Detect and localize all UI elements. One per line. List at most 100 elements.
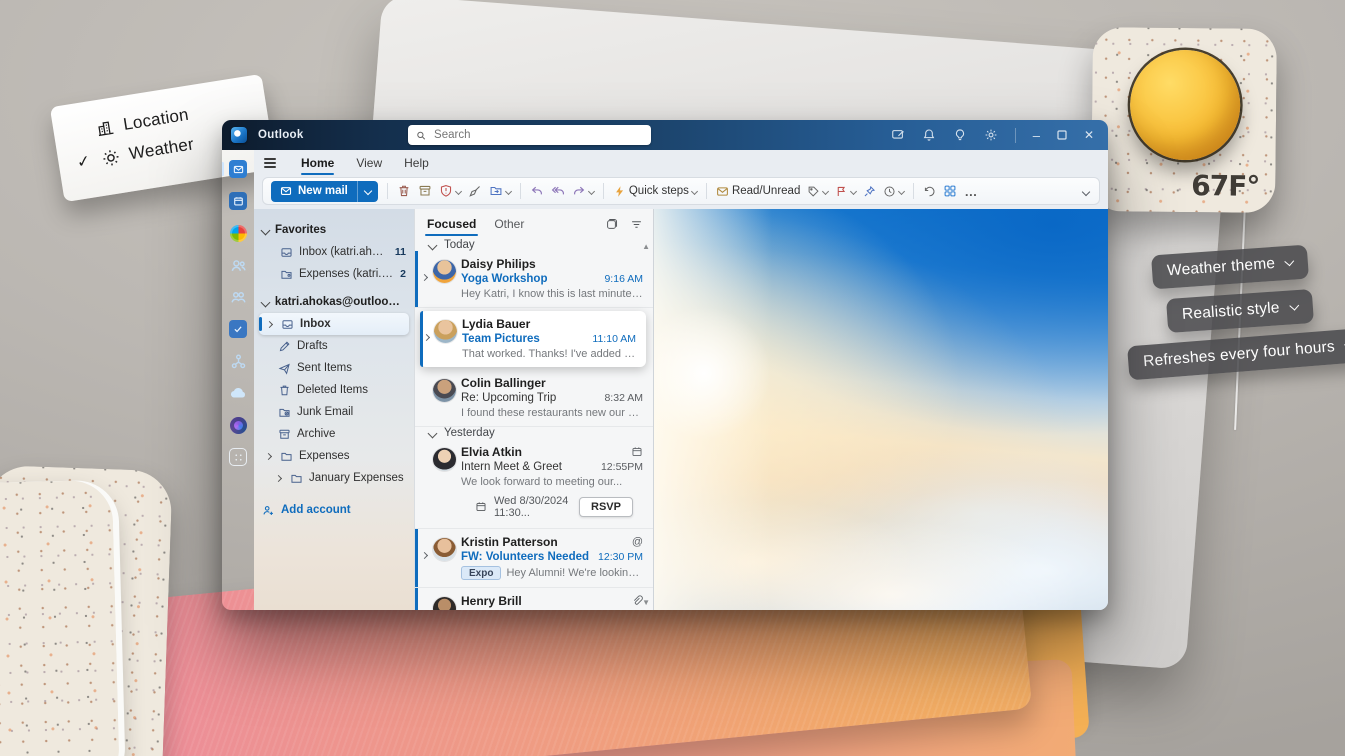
sender-name: Henry Brill (461, 594, 522, 608)
select-messages-icon[interactable] (605, 218, 618, 231)
inbox-icon (280, 246, 293, 259)
search-box[interactable] (408, 125, 651, 145)
email-row[interactable]: Kristin Patterson @ FW: Volunteers Needed… (415, 529, 653, 588)
maximize-button[interactable] (1057, 130, 1067, 140)
email-row-selected[interactable]: Lydia Bauer Team Pictures 11:10 AM That w… (420, 311, 646, 367)
report-icon[interactable] (439, 184, 462, 198)
calendar-icon (475, 501, 487, 513)
email-row[interactable]: Henry Brill Back Cover Idea12:55PM Hey K… (415, 588, 653, 610)
expand-thread-icon[interactable] (422, 606, 427, 610)
group-header-yesterday[interactable]: Yesterday (415, 427, 653, 439)
avatar (433, 538, 456, 561)
reply-all-icon[interactable] (551, 184, 565, 198)
delete-icon[interactable] (397, 184, 411, 198)
email-row[interactable]: Colin Ballinger Re: Upcoming Trip 8:32 AM… (415, 370, 653, 427)
rail-onedrive-icon[interactable] (228, 383, 248, 403)
group-header-today[interactable]: Today (415, 239, 653, 251)
folder-icon (290, 472, 303, 485)
chevron-right-icon (274, 474, 284, 482)
sweep-icon[interactable] (468, 184, 482, 198)
tab-help[interactable]: Help (395, 153, 438, 173)
folder-label: Deleted Items (297, 384, 368, 396)
note-label: Weather (127, 134, 196, 164)
apps-grid-icon[interactable] (943, 184, 957, 198)
archive-icon[interactable] (418, 184, 432, 198)
sender-name: Lydia Bauer (462, 317, 531, 331)
folder-deleted-items[interactable]: Deleted Items (254, 379, 414, 401)
add-account-button[interactable]: Add account (254, 499, 414, 521)
rail-calendar-icon[interactable] (228, 191, 248, 211)
hamburger-menu-icon[interactable] (264, 158, 276, 168)
folder-expenses[interactable]: Expenses (254, 445, 414, 467)
notifications-bell-icon[interactable] (922, 128, 936, 142)
tab-home[interactable]: Home (292, 153, 343, 175)
new-mail-button[interactable]: New mail (271, 180, 378, 202)
filter-icon[interactable] (630, 218, 643, 231)
category-badge: Expo (461, 566, 502, 580)
junk-folder-icon (278, 406, 291, 419)
folder-archive[interactable]: Archive (254, 423, 414, 445)
rail-groups-icon[interactable] (228, 287, 248, 307)
forward-icon[interactable] (572, 184, 595, 198)
account-header[interactable]: katri.ahokas@outlook.... (254, 291, 414, 313)
collapse-ribbon-icon[interactable] (1081, 184, 1091, 198)
rail-office-apps-icon[interactable] (228, 223, 248, 243)
tips-lightbulb-icon[interactable] (953, 128, 967, 142)
rail-more-apps-icon[interactable] (228, 447, 248, 467)
chevron-down-icon (427, 428, 438, 438)
email-row-meeting[interactable]: Elvia Atkin Intern Meet & Greet 12:55PM W… (415, 439, 653, 529)
snooze-clock-icon[interactable] (883, 185, 906, 198)
add-account-label: Add account (281, 504, 351, 516)
avatar (433, 597, 456, 610)
tab-other[interactable]: Other (492, 213, 526, 235)
flag-icon[interactable] (835, 185, 858, 198)
folder-sent-items[interactable]: Sent Items (254, 357, 414, 379)
tab-focused[interactable]: Focused (425, 213, 479, 236)
favorite-inbox[interactable]: Inbox (katri.ahokas@... 11 (254, 241, 414, 263)
favorites-header[interactable]: Favorites (254, 219, 414, 241)
scrollbar-up-arrow[interactable]: ▲ (642, 242, 650, 251)
meeting-datetime: Wed 8/30/2024 11:30... (494, 495, 569, 519)
subject: Intern Meet & Greet (461, 461, 562, 473)
rail-todo-icon[interactable] (228, 319, 248, 339)
minimize-button[interactable]: – (1033, 128, 1040, 143)
folder-inbox-selected[interactable]: Inbox (259, 313, 409, 335)
rail-people-icon[interactable] (228, 255, 248, 275)
expand-thread-icon[interactable] (420, 547, 429, 561)
tab-view[interactable]: View (347, 153, 391, 173)
feedback-icon[interactable] (891, 128, 905, 142)
folder-january-expenses[interactable]: January Expenses (254, 467, 414, 489)
chevron-down-icon (1289, 300, 1299, 311)
app-title: Outlook (258, 129, 304, 141)
folder-icon (280, 450, 293, 463)
rail-org-chart-icon[interactable] (228, 351, 248, 371)
favorite-expenses[interactable]: Expenses (katri.ahoka... 2 (254, 263, 414, 285)
divider (1014, 127, 1016, 143)
reply-icon[interactable] (530, 184, 544, 198)
quick-steps-button[interactable]: Quick steps (613, 185, 698, 198)
read-unread-button[interactable]: Read/Unread (716, 185, 800, 198)
message-list-tabs: Focused Other (415, 209, 653, 239)
rail-loop-icon[interactable] (228, 415, 248, 435)
pin-icon[interactable] (863, 185, 876, 198)
pencil-icon (278, 340, 291, 353)
email-row[interactable]: Daisy Philips Yoga Workshop 9:16 AM Hey K… (415, 251, 653, 308)
expand-thread-icon[interactable] (420, 269, 429, 283)
categorize-tag-icon[interactable] (807, 185, 830, 198)
move-to-icon[interactable] (489, 184, 512, 198)
folder-drafts[interactable]: Drafts (254, 335, 414, 357)
rail-mail-icon[interactable] (222, 159, 248, 179)
undo-icon[interactable] (923, 185, 936, 198)
settings-gear-icon[interactable] (984, 128, 998, 142)
more-options-button[interactable]: … (964, 184, 977, 199)
close-button[interactable]: ✕ (1084, 128, 1094, 142)
folder-junk-email[interactable]: Junk Email (254, 401, 414, 423)
envelope-icon (717, 186, 728, 196)
search-input[interactable] (432, 128, 643, 142)
subject: FW: Volunteers Needed (461, 551, 590, 563)
expand-thread-icon[interactable] (422, 329, 431, 343)
favorite-label: Inbox (katri.ahokas@... (299, 246, 389, 258)
folder-label: Junk Email (297, 406, 354, 418)
new-mail-dropdown[interactable] (356, 180, 378, 202)
rsvp-button[interactable]: RSVP (579, 497, 633, 517)
